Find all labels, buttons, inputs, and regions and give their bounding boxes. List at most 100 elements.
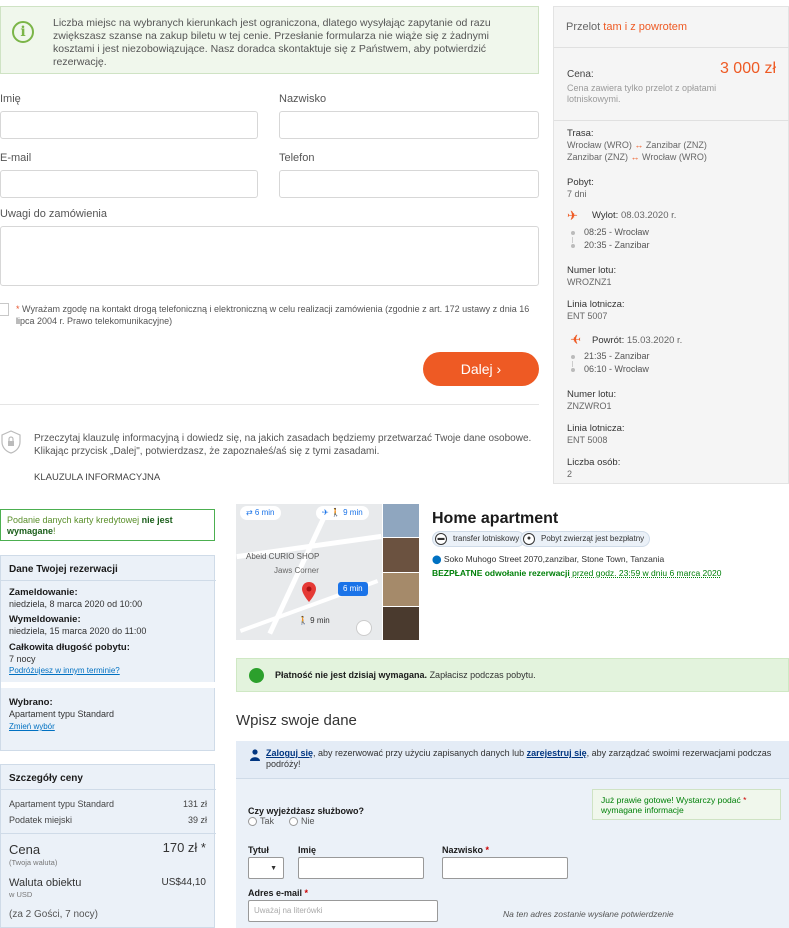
route-to: Wrocław (WRO) xyxy=(639,152,707,162)
duration-label: Całkowita długość pobytu: xyxy=(9,642,130,653)
photo-thumbnail[interactable] xyxy=(383,573,419,606)
info-notice: i Liczba miejsc na wybranych kierunkach … xyxy=(0,6,539,74)
flight-no-label: Numer lotu: xyxy=(567,389,617,400)
arrow-icon: ↔ xyxy=(634,140,644,150)
cc-notice-text: Podanie danych karty kredytowej xyxy=(7,515,142,525)
outbound-time-2: 20:35 - Zanzibar xyxy=(584,240,650,250)
notes-textarea[interactable] xyxy=(0,226,539,286)
photo-thumbnail[interactable] xyxy=(383,504,419,537)
last-name-input[interactable] xyxy=(279,111,539,139)
price-details-panel: Szczegóły ceny Apartament typu Standard 1… xyxy=(0,764,216,928)
currency-value: US$44,10 xyxy=(161,877,206,888)
stay-label: Pobyt: xyxy=(567,177,594,188)
business-no-radio[interactable] xyxy=(289,817,298,826)
chevron-down-icon: ▼ xyxy=(270,865,277,872)
flight-summary-card: Przelot tam i z powrotem Cena: 3 000 zł … xyxy=(553,6,789,484)
label-text: Nazwisko xyxy=(442,845,484,855)
register-link[interactable]: zarejestruj się xyxy=(527,748,587,758)
label-text: Adres e-mail xyxy=(248,888,303,898)
return-time-2: 06:10 - Wrocław xyxy=(584,364,649,374)
title-select[interactable]: ▼ xyxy=(248,857,284,879)
login-prompt: Zaloguj się, aby rezerwować przy użyciu … xyxy=(236,741,789,779)
price-row: Podatek miejski 39 zł xyxy=(9,815,207,825)
flight-price: 3 000 zł xyxy=(719,60,776,77)
route-line-1: Wrocław (WRO) ↔ Zanzibar (ZNZ) xyxy=(567,140,707,150)
photo-thumbnail[interactable] xyxy=(383,538,419,572)
first-name-input[interactable] xyxy=(0,111,258,139)
location-map[interactable]: ⇄ 6 min ✈ 🚶 9 min Abeid CURIO SHOP Jaws … xyxy=(236,504,382,640)
login-link[interactable]: Zaloguj się xyxy=(266,748,313,758)
guest-first-name-input[interactable] xyxy=(298,857,424,879)
guest-form-panel: Zaloguj się, aby rezerwować przy użyciu … xyxy=(236,741,789,928)
info-icon: i xyxy=(12,21,34,43)
payment-text: Płatność nie jest dzisiaj wymagana. Zapł… xyxy=(275,670,536,680)
other-dates-link[interactable]: Podróżujesz w innym terminie? xyxy=(9,666,120,675)
required-star: * xyxy=(485,845,490,855)
guest-form-title: Wpisz swoje dane xyxy=(236,712,357,729)
guest-email-input[interactable]: Uważaj na literówki xyxy=(248,900,438,922)
outbound-label: Wylot: xyxy=(592,210,619,221)
consent-checkbox[interactable] xyxy=(0,303,9,316)
price-row-label: Apartament typu Standard xyxy=(9,799,115,809)
guest-last-name-input[interactable] xyxy=(442,857,568,879)
payment-check-icon xyxy=(249,668,264,683)
photo-thumbnail[interactable] xyxy=(383,607,419,640)
price-row-value: 131 zł xyxy=(182,799,207,809)
contact-form-section: i Liczba miejsc na wybranych kierunkach … xyxy=(0,0,789,490)
guest-last-name-label: Nazwisko * xyxy=(442,845,489,855)
total-label: Cena xyxy=(9,842,41,857)
checkout-label: Wymeldowanie: xyxy=(9,614,81,625)
airline-label: Linia lotnicza: xyxy=(567,299,625,310)
paw-icon: ● xyxy=(523,533,535,545)
ready-text: Już prawie gotowe! Wystarczy podać xyxy=(601,795,744,805)
checkin-label: Zameldowanie: xyxy=(9,587,78,598)
price-label: Cena: xyxy=(567,69,594,80)
free-cancellation: BEZPŁATNE odwołanie rezerwacji przed god… xyxy=(432,568,721,578)
divider xyxy=(1,682,216,688)
price-row: Apartament typu Standard 131 zł xyxy=(9,799,207,809)
map-time-badge: 6 min xyxy=(338,582,368,596)
reservation-title: Dane Twojej rezerwacji xyxy=(9,564,118,575)
phone-input[interactable] xyxy=(279,170,539,198)
total-value: 170 zł * xyxy=(162,840,206,855)
required-star: * xyxy=(16,304,20,314)
flight-no-ret: ZNZWRO1 xyxy=(567,401,612,411)
notes-label: Uwagi do zamówienia xyxy=(0,208,107,220)
timeline-dot xyxy=(571,231,575,235)
ready-text-2: wymagane informacje xyxy=(601,805,684,815)
map-walk-label: 🚶 9 min xyxy=(298,616,330,625)
person-icon xyxy=(250,749,260,761)
address-text: Soko Muhogo Street 2070,zanzibar, Stone … xyxy=(443,554,665,564)
change-selection-link[interactable]: Zmień wybór xyxy=(9,722,55,731)
map-pin-icon xyxy=(302,582,316,602)
info-text: Liczba miejsc na wybranych kierunkach je… xyxy=(53,17,491,68)
airport-transfer-badge: ▬ transfer lotniskowy xyxy=(432,531,526,547)
privacy-clause-link[interactable]: KLAUZULA INFORMACYJNA xyxy=(34,472,160,483)
my-location-icon[interactable] xyxy=(356,620,372,636)
currency-sub: w USD xyxy=(9,890,33,899)
header-powrotem: z powrotem xyxy=(630,21,688,33)
photo-thumbnails[interactable] xyxy=(383,504,419,640)
divider xyxy=(0,404,539,405)
header-prefix: Przelot xyxy=(566,21,604,33)
business-yes-radio[interactable] xyxy=(248,817,257,826)
airline-label: Linia lotnicza: xyxy=(567,423,625,434)
guest-email-label: Adres e-mail * xyxy=(248,888,308,898)
arrow-icon: ↔ xyxy=(630,152,640,162)
timeline-line xyxy=(572,237,573,243)
divider xyxy=(1,789,216,790)
map-walk-pill[interactable]: ✈ 🚶 9 min xyxy=(316,506,369,520)
map-route-pill[interactable]: ⇄ 6 min xyxy=(240,506,281,520)
outbound-time-1: 08:25 - Wrocław xyxy=(584,227,649,237)
divider xyxy=(1,580,216,581)
business-trip-question: Czy wyjeżdżasz służbowo? xyxy=(248,806,365,816)
required-star: * xyxy=(743,795,747,805)
next-button[interactable]: Dalej › xyxy=(423,352,539,386)
location-pin-icon: ⬤ xyxy=(432,554,442,564)
hotel-booking-section: Podanie danych karty kredytowej nie jest… xyxy=(0,492,789,928)
email-note: Na ten adres zostanie wysłane potwierdze… xyxy=(503,909,674,919)
credit-card-notice: Podanie danych karty kredytowej nie jest… xyxy=(0,509,215,541)
return-label: Powrót: xyxy=(592,335,625,346)
payment-rest: Zapłacisz podczas pobytu. xyxy=(427,670,536,680)
email-input[interactable] xyxy=(0,170,258,198)
